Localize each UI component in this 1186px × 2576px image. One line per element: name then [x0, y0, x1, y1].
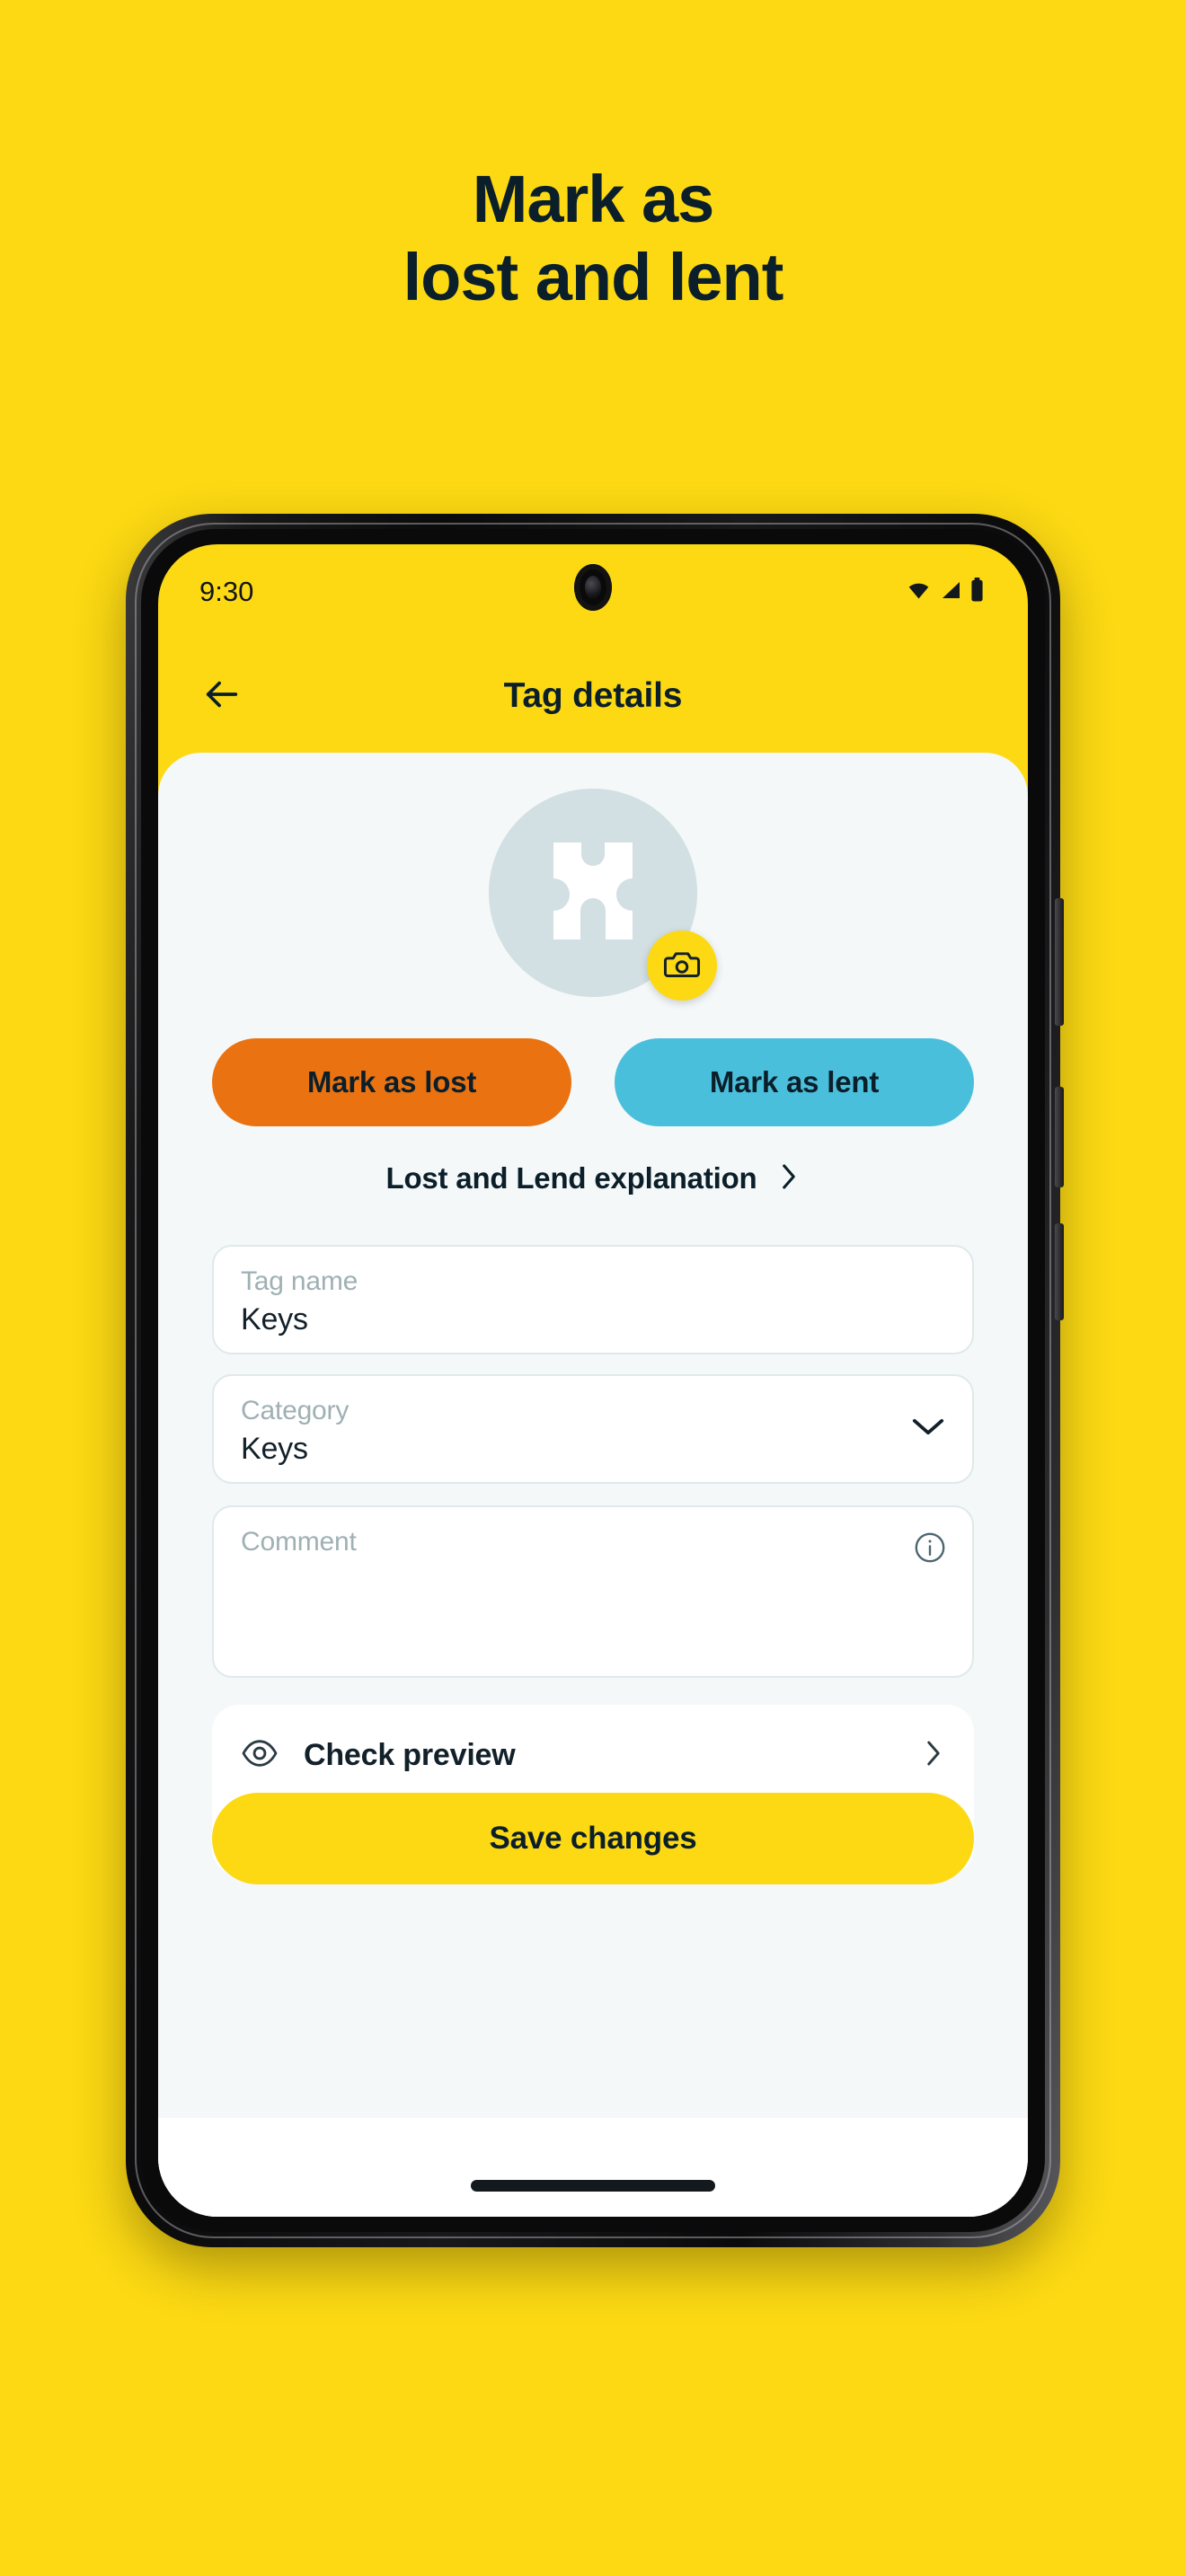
camera-icon [663, 945, 701, 987]
phone-side-button-volume-up[interactable] [1055, 898, 1064, 1026]
phone-side-button-volume-down[interactable] [1055, 1087, 1064, 1187]
tag-name-value: Keys [241, 1302, 308, 1337]
wifi-icon [906, 579, 932, 605]
mark-as-lent-button[interactable]: Mark as lent [615, 1038, 974, 1126]
comment-field[interactable]: Comment [212, 1505, 974, 1678]
battery-icon [969, 578, 985, 606]
promo-heading: Mark as lost and lent [0, 160, 1186, 317]
category-value: Keys [241, 1432, 308, 1466]
cellular-signal-icon [938, 579, 963, 605]
chevron-right-icon [777, 1163, 801, 1195]
promo-heading-line-2: lost and lent [403, 240, 784, 315]
status-bar-icons [906, 578, 985, 606]
app-bar: Tag details [158, 640, 1028, 753]
camera-punch-hole [574, 564, 612, 611]
tag-name-label: Tag name [241, 1266, 358, 1296]
back-button[interactable] [194, 668, 250, 724]
category-field[interactable]: Category Keys [212, 1374, 974, 1484]
lost-and-lend-explanation-link[interactable]: Lost and Lend explanation [158, 1161, 1028, 1195]
save-changes-button[interactable]: Save changes [212, 1793, 974, 1884]
chevron-down-icon[interactable] [911, 1416, 945, 1442]
tag-logo-icon [546, 839, 640, 948]
system-navigation-area [158, 2118, 1028, 2217]
promo-heading-line-1: Mark as [472, 162, 715, 236]
camera-button[interactable] [647, 931, 717, 1001]
arrow-left-icon [201, 674, 243, 719]
check-preview-label: Check preview [304, 1737, 516, 1772]
status-bar-time: 9:30 [199, 576, 254, 607]
comment-placeholder: Comment [241, 1527, 357, 1557]
tag-avatar[interactable] [489, 789, 717, 1001]
content-panel: Mark as lost Mark as lent Lost and Lend … [158, 753, 1028, 2217]
mark-buttons-row: Mark as lost Mark as lent [212, 1038, 974, 1126]
info-icon[interactable] [913, 1531, 947, 1569]
check-preview-row[interactable]: Check preview [212, 1705, 974, 1805]
page-title: Tag details [503, 676, 683, 715]
mark-as-lost-button[interactable]: Mark as lost [212, 1038, 571, 1126]
phone-side-button-power[interactable] [1055, 1223, 1064, 1320]
chevron-right-icon [922, 1740, 945, 1771]
eye-icon [241, 1734, 279, 1777]
home-indicator[interactable] [471, 2180, 715, 2192]
category-label: Category [241, 1396, 350, 1425]
phone-screen: 9:30 Tag details Mark as lost Mark as le… [158, 544, 1028, 2217]
tag-name-field[interactable]: Tag name Keys [212, 1245, 974, 1354]
explanation-label: Lost and Lend explanation [385, 1161, 757, 1195]
phone-mockup: 9:30 Tag details Mark as lost Mark as le… [126, 514, 1064, 2247]
